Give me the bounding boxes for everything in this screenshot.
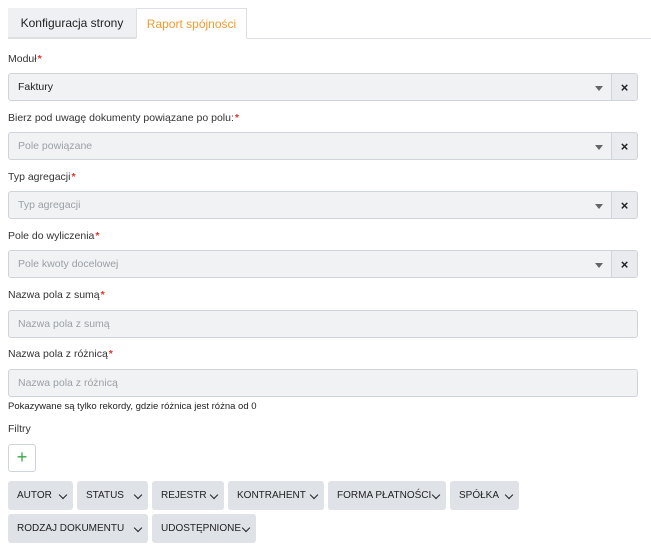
- filter-chip-rodzaj-dokumentu[interactable]: RODZAJ DOKUMENTU: [8, 514, 148, 543]
- related-field-select[interactable]: Pole powiązane: [8, 132, 612, 160]
- difference-field-name-label: Nazwa pola z różnicą*: [8, 348, 113, 360]
- required-asterisk: *: [234, 112, 239, 124]
- filter-chip-udostepnione[interactable]: UDOSTĘPNIONE: [152, 514, 256, 543]
- aggregation-type-placeholder: Typ agregacji: [18, 199, 81, 211]
- filter-chip-spolka[interactable]: SPÓŁKA: [450, 481, 519, 510]
- filter-chip-autor[interactable]: AUTOR: [8, 481, 73, 510]
- caret-down-icon: [595, 145, 603, 150]
- chevron-down-icon: [209, 490, 219, 500]
- filters-label: Filtry: [8, 423, 31, 435]
- filter-chip-kontrahent[interactable]: KONTRAHENT: [228, 481, 324, 510]
- tab-bar: Konfiguracja strony Raport spójności: [8, 8, 651, 39]
- add-filter-button[interactable]: +: [8, 444, 36, 472]
- difference-field-name-input[interactable]: [8, 369, 638, 397]
- calc-field-label: Pole do wyliczenia*: [8, 230, 100, 242]
- related-field-clear-button[interactable]: ×: [612, 132, 638, 160]
- sum-field-name-input[interactable]: [8, 310, 638, 338]
- required-asterisk: *: [95, 230, 100, 242]
- aggregation-type-clear-button[interactable]: ×: [612, 191, 638, 219]
- required-asterisk: *: [37, 53, 42, 65]
- tab-page-configuration[interactable]: Konfiguracja strony: [8, 8, 136, 38]
- difference-hint-text: Pokazywane są tylko rekordy, gdzie różni…: [8, 401, 257, 412]
- chevron-down-icon: [431, 490, 441, 500]
- plus-icon: +: [16, 447, 28, 467]
- aggregation-type-label: Typ agregacji*: [8, 171, 76, 183]
- filter-chip-status[interactable]: STATUS: [77, 481, 148, 510]
- required-asterisk: *: [71, 171, 76, 183]
- filter-chip-forma-platnosci[interactable]: FORMA PŁATNOŚCI: [328, 481, 446, 510]
- required-asterisk: *: [108, 348, 113, 360]
- related-field-placeholder: Pole powiązane: [18, 140, 93, 152]
- sum-field-name-label: Nazwa pola z sumą*: [8, 289, 105, 301]
- close-icon: ×: [620, 139, 629, 154]
- caret-down-icon: [595, 86, 603, 91]
- module-clear-button[interactable]: ×: [612, 73, 638, 101]
- calc-field-clear-button[interactable]: ×: [612, 250, 638, 278]
- chevron-down-icon: [133, 523, 143, 533]
- close-icon: ×: [620, 80, 629, 95]
- chevron-down-icon: [133, 490, 143, 500]
- caret-down-icon: [595, 263, 603, 268]
- related-field-label: Bierz pod uwagę dokumenty powiązane po p…: [8, 112, 239, 124]
- caret-down-icon: [595, 204, 603, 209]
- chevron-down-icon: [309, 490, 319, 500]
- module-select-value: Faktury: [18, 81, 54, 93]
- chevron-down-icon: [241, 523, 251, 533]
- required-asterisk: *: [100, 289, 105, 301]
- close-icon: ×: [620, 257, 629, 272]
- module-select[interactable]: Faktury: [8, 73, 612, 101]
- close-icon: ×: [620, 198, 629, 213]
- filter-chip-rejestr[interactable]: REJESTR: [152, 481, 224, 510]
- module-label: Moduł*: [8, 53, 42, 65]
- tab-consistency-report[interactable]: Raport spójności: [136, 8, 247, 39]
- aggregation-type-select[interactable]: Typ agregacji: [8, 191, 612, 219]
- calc-field-placeholder: Pole kwoty docelowej: [18, 258, 119, 270]
- chevron-down-icon: [58, 490, 68, 500]
- calc-field-select[interactable]: Pole kwoty docelowej: [8, 250, 612, 278]
- chevron-down-icon: [504, 490, 514, 500]
